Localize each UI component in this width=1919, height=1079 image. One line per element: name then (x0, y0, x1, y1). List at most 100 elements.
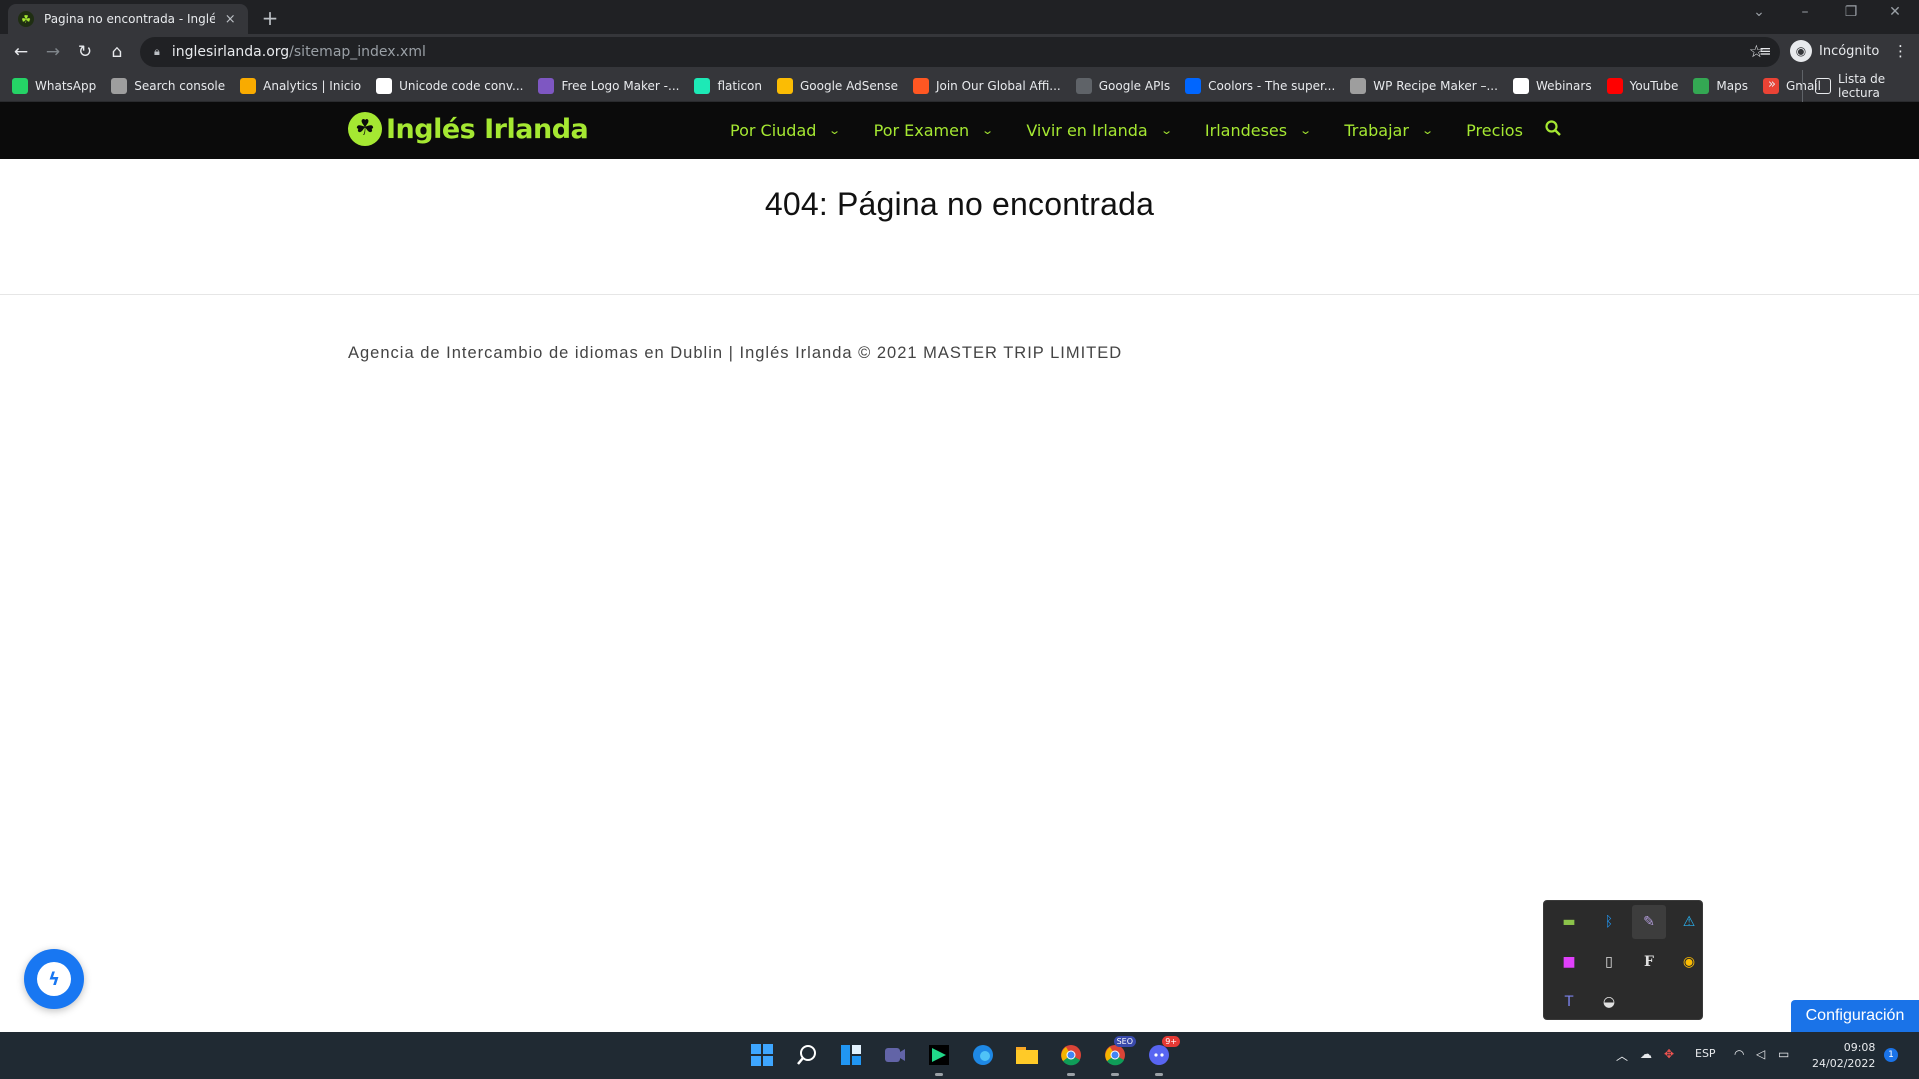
color-app-icon[interactable]: ■ (1552, 945, 1586, 979)
shield-warning-icon[interactable]: ⚠ (1672, 905, 1706, 939)
volume-icon[interactable]: ◁ (1756, 1047, 1765, 1061)
bookmark-label: flaticon (717, 78, 762, 93)
bookmark-item[interactable]: Google AdSense (776, 77, 898, 94)
browser-tab-active[interactable]: ☘ Pagina no encontrada - Inglés Irlanda … (8, 4, 248, 34)
font-app-icon[interactable]: F (1632, 945, 1666, 979)
bookmark-favicon-icon (694, 77, 711, 94)
bookmark-item[interactable]: flaticon (694, 77, 762, 94)
nav-item-vivir-en-irlanda[interactable]: Vivir en Irlanda ⌄ (1026, 121, 1172, 140)
bluetooth-icon[interactable]: ᛒ (1592, 905, 1626, 939)
bookmark-item[interactable]: WP Recipe Maker –... (1350, 77, 1498, 94)
bookmark-label: YouTube (1629, 78, 1679, 93)
bookmark-favicon-icon (376, 77, 393, 94)
nav-item-label: Vivir en Irlanda (1026, 121, 1148, 140)
bookmarks-overflow-button[interactable]: » (1768, 77, 1776, 92)
reading-list-label: Lista de lectura (1838, 72, 1886, 100)
close-window-button[interactable]: ✕ (1880, 4, 1910, 20)
running-indicator (1067, 1073, 1075, 1076)
browser-toolbar: ← → ↻ ⌂ 🔒︎ inglesirlanda.org/sitemap_ind… (0, 34, 1919, 70)
forward-arrow-icon[interactable]: → (41, 41, 65, 63)
bookmark-favicon-icon (1350, 77, 1367, 94)
chrome-tray-icon[interactable]: ◉ (1672, 945, 1706, 979)
nav-item-precios[interactable]: Precios (1466, 121, 1523, 140)
battery-icon[interactable]: ▭ (1778, 1047, 1789, 1061)
taskbar-clock[interactable]: 09:08 24/02/2022 (1812, 1040, 1875, 1072)
discord-tray-icon[interactable]: ◒ (1592, 985, 1626, 1019)
new-tab-button[interactable]: + (258, 6, 282, 30)
lock-icon[interactable]: 🔒︎ (154, 45, 160, 59)
chrome-seo-profile-icon[interactable]: SEO (1100, 1036, 1136, 1076)
bookmark-item[interactable]: Maps (1693, 77, 1748, 94)
bookmark-favicon-icon (912, 77, 929, 94)
bookmark-item[interactable]: YouTube (1606, 77, 1679, 94)
nav-item-trabajar[interactable]: Trabajar ⌄ (1344, 121, 1434, 140)
site-header: ☘ Inglés Irlanda Por Ciudad ⌄ Por Examen ⌄ V… (0, 102, 1919, 159)
minimize-window-button[interactable]: – (1790, 4, 1820, 20)
incognito-profile-button[interactable]: ◉ Incógnito (1790, 40, 1879, 62)
bookmark-item[interactable]: Free Logo Maker -... (538, 77, 679, 94)
nav-item-label: Trabajar (1344, 121, 1409, 140)
bookmark-favicon-icon (111, 77, 128, 94)
bookmark-label: Webinars (1535, 78, 1592, 93)
logo-text: Inglés Irlanda (386, 113, 589, 145)
shamrock-favicon-icon: ☘ (18, 11, 34, 27)
widgets-icon[interactable] (836, 1040, 866, 1070)
file-explorer-icon[interactable] (1012, 1040, 1042, 1070)
home-icon[interactable]: ⌂ (105, 41, 129, 63)
pycharm-icon[interactable] (924, 1040, 954, 1076)
reload-icon[interactable]: ↻ (73, 41, 97, 63)
nav-item-label: Por Ciudad (730, 121, 817, 140)
bookmark-label: Unicode code conv... (399, 78, 524, 93)
nav-item-por-ciudad[interactable]: Por Ciudad ⌄ (730, 121, 841, 140)
bookmark-item[interactable]: WhatsApp (12, 77, 96, 94)
notification-count-badge[interactable]: 1 (1884, 1048, 1898, 1062)
reading-list-button[interactable]: Lista de lectura (1802, 70, 1919, 102)
bookmark-favicon-icon (776, 77, 793, 94)
input-language-indicator[interactable]: ESP (1695, 1047, 1716, 1060)
teams-chat-icon[interactable] (880, 1040, 910, 1070)
nav-item-por-examen[interactable]: Por Examen ⌄ (874, 121, 995, 140)
nav-item-irlandeses[interactable]: Irlandeses ⌄ (1204, 121, 1312, 140)
tab-close-icon[interactable]: × (223, 12, 239, 27)
site-logo[interactable]: ☘ Inglés Irlanda (348, 112, 589, 146)
configuration-button[interactable]: Configuración (1791, 1000, 1919, 1032)
bookmark-item[interactable]: Unicode code conv... (376, 77, 524, 94)
bookmark-label: Coolors - The super... (1208, 78, 1336, 93)
edge-icon[interactable] (968, 1040, 998, 1070)
discord-badge: 9+ (1162, 1036, 1180, 1047)
bookmark-item[interactable]: Join Our Global Affi... (912, 77, 1061, 94)
chrome-icon[interactable] (1056, 1040, 1086, 1076)
bookmark-favicon-icon (12, 77, 28, 94)
bookmark-favicon-icon (538, 77, 555, 94)
dropbox-icon[interactable]: ✥ (1664, 1047, 1674, 1061)
feather-app-icon[interactable]: ✎ (1632, 905, 1666, 939)
search-icon[interactable] (792, 1040, 822, 1070)
wifi-icon[interactable]: ◠ (1734, 1047, 1744, 1061)
bookmark-item[interactable]: Webinars (1512, 77, 1592, 94)
bookmark-label: Google APIs (1098, 78, 1171, 93)
tab-search-chevron-icon[interactable]: ⌄ (1744, 4, 1774, 20)
address-bar[interactable]: 🔒︎ inglesirlanda.org/sitemap_index.xml ☆ (140, 37, 1780, 67)
onedrive-cloud-icon[interactable]: ☁ (1640, 1047, 1652, 1061)
site-search-icon[interactable] (1545, 120, 1561, 141)
running-indicator (935, 1073, 943, 1076)
usb-drive-icon[interactable]: ▯ (1592, 945, 1626, 979)
messenger-chat-button[interactable]: ϟ (24, 949, 84, 1009)
show-hidden-icons-chevron-icon[interactable]: ︿ (1616, 1047, 1628, 1064)
bookmark-item[interactable]: Google APIs (1075, 77, 1171, 94)
media-queue-icon[interactable]: ≡ (1759, 42, 1772, 60)
messenger-icon: ϟ (37, 962, 71, 996)
network-monitor-icon[interactable]: ▬ (1552, 905, 1586, 939)
teams-icon[interactable]: T (1552, 985, 1586, 1019)
bookmark-favicon-icon (240, 77, 257, 94)
bookmark-label: Google AdSense (799, 78, 898, 93)
bookmark-item[interactable]: Coolors - The super... (1185, 77, 1336, 94)
back-arrow-icon[interactable]: ← (9, 41, 33, 63)
bookmark-item[interactable]: Analytics | Inicio (240, 77, 361, 94)
restore-window-button[interactable]: ❐ (1836, 4, 1866, 20)
discord-icon[interactable]: 9+ (1144, 1036, 1180, 1076)
bookmark-item[interactable]: Search console (111, 77, 225, 94)
kebab-menu-icon[interactable]: ⋮ (1893, 42, 1908, 60)
nav-item-label: Irlandeses (1204, 121, 1288, 140)
windows-start-icon[interactable] (747, 1040, 777, 1070)
